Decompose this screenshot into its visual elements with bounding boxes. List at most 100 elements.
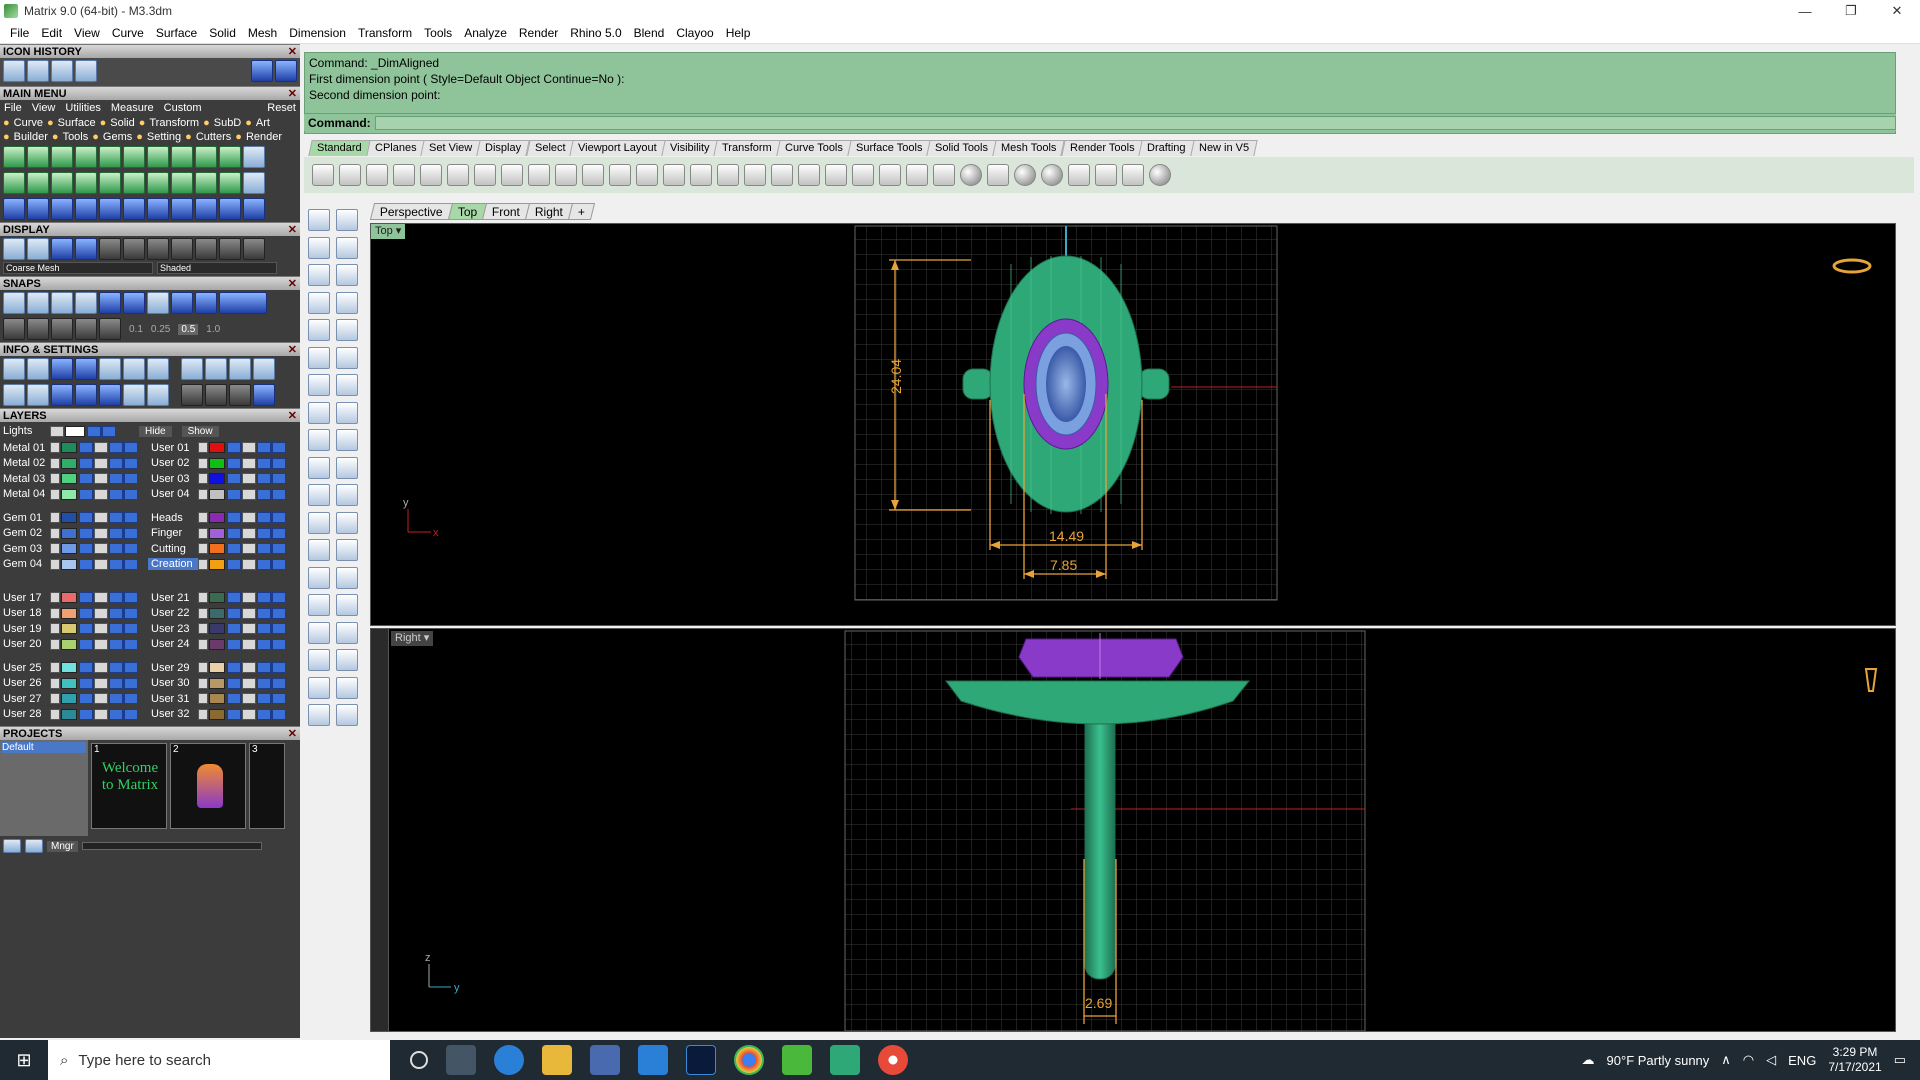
layer-color-swatch[interactable]	[209, 512, 225, 524]
display-icon[interactable]	[27, 238, 49, 260]
display-mode-select[interactable]: Shaded	[157, 262, 277, 274]
print-icon[interactable]	[124, 442, 138, 454]
print-icon[interactable]	[124, 558, 138, 570]
zoom-window-icon[interactable]	[636, 164, 658, 186]
layer-color-swatch[interactable]	[61, 512, 77, 524]
camtasia-icon[interactable]	[782, 1045, 812, 1075]
expand-icon[interactable]	[198, 527, 208, 539]
eye-icon[interactable]	[79, 607, 93, 619]
modeling-tool-icon[interactable]	[336, 539, 358, 561]
layer-color-swatch[interactable]	[61, 457, 77, 469]
zoom-selected-icon[interactable]	[690, 164, 712, 186]
project-default[interactable]: Default	[2, 742, 86, 753]
modeling-tool-icon[interactable]	[308, 484, 330, 506]
layer-row[interactable]: User 04	[148, 487, 298, 503]
tool-icon[interactable]	[75, 172, 97, 194]
eye-icon[interactable]	[79, 693, 93, 705]
expand-icon[interactable]	[198, 592, 208, 604]
layer-color-swatch[interactable]	[209, 457, 225, 469]
help-icon[interactable]	[1149, 164, 1171, 186]
layer-color-swatch[interactable]	[209, 677, 225, 689]
eye-icon[interactable]	[79, 623, 93, 635]
modeling-tool-icon[interactable]	[336, 566, 358, 589]
lock-icon[interactable]	[94, 693, 108, 705]
new-file-icon[interactable]	[312, 164, 334, 186]
layer-name[interactable]: User 17	[0, 592, 50, 604]
tool-icon[interactable]	[27, 146, 49, 168]
layer-row[interactable]: User 21	[148, 590, 298, 606]
menu-transform[interactable]: Transform	[352, 26, 418, 40]
expand-icon[interactable]	[198, 638, 208, 650]
save-icon[interactable]	[366, 164, 388, 186]
lock-icon[interactable]	[94, 662, 108, 674]
modeling-tool-icon[interactable]	[308, 649, 330, 671]
lights-swatch[interactable]	[65, 425, 85, 437]
expand-icon[interactable]	[50, 623, 60, 635]
lock-icon[interactable]	[94, 512, 108, 524]
menu-curve[interactable]: Curve	[106, 26, 150, 40]
layer-row[interactable]: User 03	[148, 471, 298, 487]
layer-color-swatch[interactable]	[61, 662, 77, 674]
cortana-icon[interactable]	[410, 1051, 428, 1069]
modeling-tool-icon[interactable]	[336, 374, 358, 396]
cat-subd[interactable]: SubD	[214, 117, 242, 129]
color-wheel-icon[interactable]	[960, 164, 982, 186]
print-icon[interactable]	[124, 623, 138, 635]
layer-name[interactable]: User 30	[148, 677, 198, 689]
tool-icon[interactable]	[51, 198, 73, 220]
modeling-tool-icon[interactable]	[308, 401, 330, 424]
close-icon[interactable]: ✕	[288, 277, 297, 290]
layer-name[interactable]: User 32	[148, 708, 198, 720]
layer-color-swatch[interactable]	[61, 543, 77, 555]
modeling-tool-icon[interactable]	[336, 456, 358, 479]
add-project-icon[interactable]	[3, 839, 21, 853]
layer-row[interactable]: User 01	[148, 440, 298, 456]
lock-icon[interactable]	[242, 543, 256, 555]
layer-color-swatch[interactable]	[209, 527, 225, 539]
info-icon[interactable]	[147, 384, 169, 406]
print-icon[interactable]	[124, 473, 138, 485]
viewport-top[interactable]: Top ▾ 24.04 14.49 7.85 y x	[370, 223, 1896, 626]
display-icon[interactable]	[99, 238, 121, 260]
lock-icon[interactable]	[906, 164, 928, 186]
expand-icon[interactable]	[50, 457, 60, 469]
clock[interactable]: 3:29 PM 7/17/2021	[1828, 1045, 1881, 1075]
tool-icon[interactable]	[123, 172, 145, 194]
layer-name[interactable]: User 02	[148, 457, 198, 469]
tool-icon[interactable]	[852, 164, 874, 186]
material-icon[interactable]	[987, 164, 1009, 186]
light-icon[interactable]	[879, 164, 901, 186]
bulb-icon[interactable]	[257, 592, 271, 604]
lock-icon[interactable]	[242, 473, 256, 485]
print-icon[interactable]	[124, 607, 138, 619]
print-icon[interactable]	[124, 527, 138, 539]
snap-value-4[interactable]: 1.0	[206, 324, 220, 335]
expand-icon[interactable]	[50, 527, 60, 539]
info-icon[interactable]	[205, 384, 227, 406]
expand-icon[interactable]	[50, 473, 60, 485]
layer-name[interactable]: Metal 04	[0, 488, 50, 500]
eye-icon[interactable]	[227, 708, 241, 720]
zoom-icon[interactable]	[27, 358, 49, 380]
tab-top[interactable]: Top	[447, 203, 488, 220]
close-button[interactable]: ✕	[1874, 0, 1920, 22]
layer-name[interactable]: Finger	[148, 527, 198, 539]
info-icon[interactable]	[181, 358, 203, 380]
main-menu-measure[interactable]: Measure	[111, 102, 154, 114]
bulb-icon[interactable]	[257, 512, 271, 524]
back-arrow-icon[interactable]	[251, 60, 273, 82]
lights-toggle[interactable]	[50, 425, 64, 437]
tool-icon[interactable]	[1122, 164, 1144, 186]
modeling-tool-icon[interactable]	[308, 594, 330, 616]
expand-icon[interactable]	[50, 693, 60, 705]
print-icon[interactable]	[272, 543, 286, 555]
expand-icon[interactable]	[50, 662, 60, 674]
print-icon[interactable]	[272, 592, 286, 604]
history-icon[interactable]	[51, 60, 73, 82]
modeling-tool-icon[interactable]	[308, 676, 330, 699]
sphere-icon[interactable]	[1014, 164, 1036, 186]
layer-color-swatch[interactable]	[209, 488, 225, 500]
modeling-tool-icon[interactable]	[308, 429, 330, 451]
expand-icon[interactable]	[198, 607, 208, 619]
eye-icon[interactable]	[227, 457, 241, 469]
